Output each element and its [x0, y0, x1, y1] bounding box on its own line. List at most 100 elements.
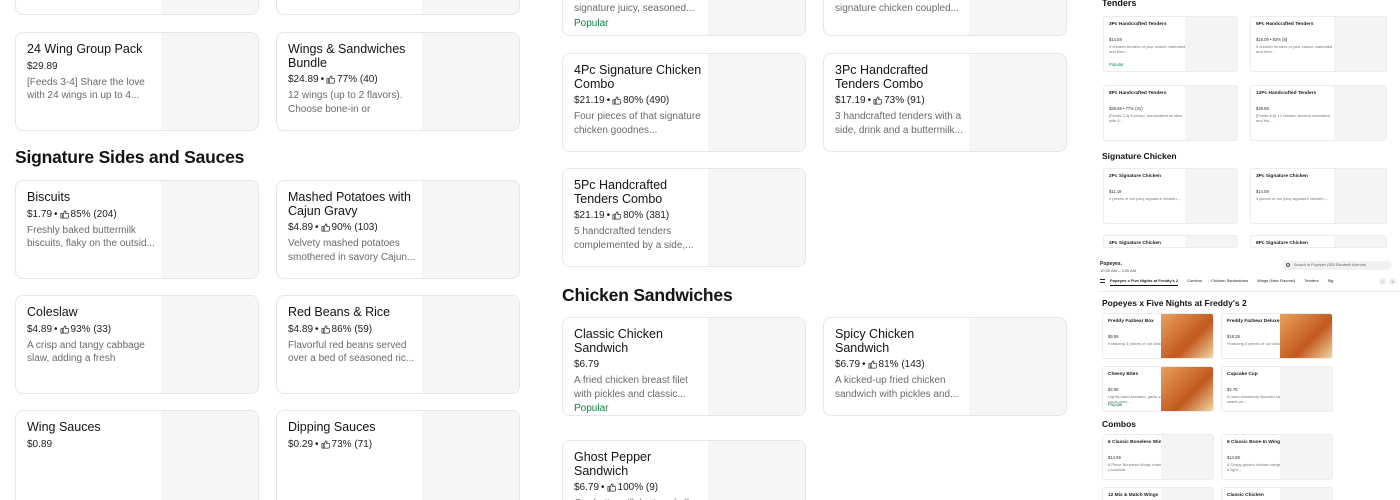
- menu-item-name: Dipping Sauces: [288, 420, 376, 434]
- menu-item-meta: $6.79: [574, 359, 702, 370]
- menu-panel-thumbnail: Tenders 3Pc Handcrafted Tenders $14.59 3 c…: [1090, 0, 1400, 500]
- menu-item-rating: 80% (381): [623, 210, 670, 221]
- menu-item-card-partial[interactable]: signature chicken coupled...: [823, 0, 1067, 36]
- mini-menu-item-card[interactable]: 4Pc Signature Chicken: [1103, 235, 1238, 248]
- menu-item-card[interactable]: 4Pc Signature Chicken Combo $21.19 • 80% (…: [562, 53, 806, 152]
- menu-item-card[interactable]: 3Pc Handcrafted Tenders Combo $17.19 • 73%…: [823, 53, 1067, 152]
- category-tab[interactable]: Wings (New Flavors!): [1257, 278, 1295, 286]
- menu-item-meta: $18.09 • 83% (8): [1256, 37, 1288, 42]
- menu-item-name: 4Pc Signature Chicken: [1109, 241, 1161, 246]
- menu-item-card[interactable]: 24 Wing Group Pack $29.89 [Feeds 3-4] Sh…: [15, 32, 259, 131]
- thumbs-up-icon: [612, 211, 622, 220]
- mini-menu-item-card[interactable]: Freddy Fazbear Deluxe Box $18.29 Featuring…: [1221, 313, 1333, 359]
- menu-item-image: [1280, 367, 1332, 411]
- menu-item-price: $29.89: [27, 60, 58, 72]
- menu-item-card[interactable]: Mashed Potatoes with Cajun Gravy $4.89 • 9…: [276, 180, 520, 279]
- section-title-chicken-sandwiches: Chicken Sandwiches: [562, 285, 733, 305]
- menu-item-description: 5 chicken tenders of your choice marinat…: [1256, 44, 1333, 54]
- menu-item-card[interactable]: Wings & Sandwiches Bundle $24.89 • 77% (40…: [276, 32, 520, 131]
- category-tab[interactable]: Sig: [1328, 278, 1334, 286]
- menu-item-image: [708, 318, 805, 415]
- menu-item-card[interactable]: Biscuits $1.79 • 85% (204) Freshly baked bu…: [15, 180, 259, 279]
- mini-menu-item-card[interactable]: 6 Classic Boneless Wings Combo $14.99 6 Pi…: [1102, 434, 1214, 480]
- category-tab[interactable]: Popeyes x Five Nights at Freddy's 2: [1110, 278, 1179, 286]
- menu-item-name: Biscuits: [27, 190, 71, 204]
- category-tab[interactable]: Combos: [1187, 278, 1202, 286]
- scroll-left-icon[interactable]: ‹: [1379, 278, 1386, 285]
- menu-item-name: Coleslaw: [27, 305, 78, 319]
- menu-item-name: 24 Wing Group Pack: [27, 42, 143, 56]
- scroll-right-icon[interactable]: ›: [1389, 278, 1396, 285]
- menu-item-card[interactable]: 5Pc Handcrafted Tenders Combo $21.19 • 80%…: [562, 168, 806, 267]
- menu-item-meta: $14.59: [1256, 189, 1269, 194]
- menu-item-card[interactable]: Spicy Chicken Sandwich $6.79 • 81% (143) A …: [823, 317, 1067, 416]
- menu-item-name: Mashed Potatoes with Cajun Gravy: [288, 190, 411, 218]
- category-tab[interactable]: Tenders: [1304, 278, 1318, 286]
- popular-badge: Popular: [574, 403, 609, 414]
- menu-item-meta: $11.19: [1109, 189, 1122, 194]
- menu-item-meta: $17.19 • 73% (91): [835, 95, 925, 106]
- menu-item-image: [708, 441, 805, 500]
- menu-item-image: [1185, 169, 1237, 223]
- menu-item-card-partial[interactable]: signature juicy, seasoned... Popular: [562, 0, 806, 36]
- menu-item-card-partial[interactable]: [15, 0, 259, 15]
- menu-item-meta: $9.59: [1108, 334, 1119, 339]
- mini-menu-item-card[interactable]: 12Pc Handcrafted Tenders $39.89 [Feeds 4-6…: [1250, 85, 1387, 141]
- search-input[interactable]: Search in Popeyes (305 Elizabeth Avenue): [1282, 261, 1392, 270]
- menu-item-card[interactable]: Classic Chicken Sandwich $6.79 A fried ch…: [562, 317, 806, 416]
- menu-item-image: [1161, 314, 1213, 358]
- mini-menu-item-card[interactable]: 6 Classic Bone-In Wings Combo $14.99 6 Cri…: [1221, 434, 1333, 480]
- menu-item-image: [422, 411, 519, 500]
- thumbs-up-icon: [326, 75, 336, 84]
- thumbs-up-icon: [321, 439, 330, 449]
- menu-item-price: $4.89: [27, 323, 53, 335]
- menu-item-price: $6.79: [574, 482, 600, 493]
- mini-menu-item-card[interactable]: 8Pc Handcrafted Tenders $28.69 • 77% (31)…: [1103, 85, 1238, 141]
- menu-item-image: [708, 0, 805, 35]
- menu-item-image: [161, 181, 258, 278]
- category-tab[interactable]: Chicken Sandwiches: [1211, 278, 1248, 286]
- menu-item-price: $6.79: [574, 359, 600, 370]
- section-title-fnaf: Popeyes x Five Nights at Freddy's 2: [1102, 298, 1247, 308]
- menu-item-meta: $24.89 • 77% (40): [288, 74, 378, 85]
- menu-item-name: 5Pc Handcrafted Tenders Combo: [574, 178, 668, 206]
- menu-item-meta: $1.79 • 85% (204): [27, 208, 117, 220]
- menu-item-card[interactable]: Coleslaw $4.89 • 93% (33) A crisp and tangy…: [15, 295, 259, 394]
- menu-item-image: [1161, 488, 1213, 500]
- popular-badge: Popular: [1109, 62, 1124, 67]
- mini-menu-item-card[interactable]: 5Pc Handcrafted Tenders $18.09 • 83% (8) 5…: [1250, 16, 1387, 72]
- mini-menu-item-card[interactable]: 3Pc Signature Chicken $14.59 3 pieces of o…: [1250, 168, 1387, 224]
- mini-menu-item-card[interactable]: 12 Mix & Match Wings: [1102, 487, 1214, 500]
- menu-icon[interactable]: [1100, 279, 1105, 283]
- menu-item-rating: 85% (204): [70, 208, 117, 220]
- menu-item-description: A kicked-up fried chicken sandwich with …: [835, 375, 959, 400]
- menu-item-card[interactable]: Dipping Sauces $0.29 • 73% (71): [276, 410, 520, 500]
- menu-item-image: [422, 33, 519, 130]
- mini-menu-item-card[interactable]: 3Pc Handcrafted Tenders $14.59 3 chicken t…: [1103, 16, 1238, 72]
- tab-scroll-arrows: ‹ ›: [1379, 278, 1396, 285]
- menu-item-card[interactable]: Red Beans & Rice $4.89 • 86% (59) Flavorful…: [276, 295, 520, 394]
- menu-item-price: $0.89: [27, 438, 53, 450]
- menu-item-meta: $14.99: [1108, 455, 1121, 460]
- mini-menu-item-card[interactable]: Cupcake Cup $4.79 A hand strawberry flavor…: [1221, 366, 1333, 412]
- mini-menu-item-card[interactable]: 2Pc Signature Chicken $11.19 2 pieces of o…: [1103, 168, 1238, 224]
- menu-item-rating: 81% (143): [878, 359, 925, 370]
- mini-menu-item-card[interactable]: 8Pc Signature Chicken: [1250, 235, 1387, 248]
- menu-item-image: [708, 169, 805, 266]
- menu-item-image: [161, 0, 258, 14]
- menu-item-card[interactable]: Wing Sauces $0.89: [15, 410, 259, 500]
- mini-menu-item-card[interactable]: Freddy Fazbear Box $9.59 Featuring 3 piece…: [1102, 313, 1214, 359]
- mini-menu-item-card[interactable]: Classic Chicken: [1221, 487, 1333, 500]
- brand-logo: Popeyes.: [1100, 261, 1122, 267]
- section-title-signature-chicken: Signature Chicken: [1102, 151, 1177, 161]
- menu-item-meta: $18.29: [1227, 334, 1240, 339]
- menu-item-description: Flavorful red beans served over a bed of…: [288, 339, 415, 365]
- menu-item-rating: 77% (40): [337, 74, 378, 85]
- browser-header: Popeyes. 10:30 AM – 3:30 AM Search in Po…: [1098, 258, 1400, 292]
- menu-item-meta: $4.89 • 86% (59): [288, 323, 373, 335]
- mini-menu-item-card[interactable]: Cheesy Bites $4.99 Lightly hand-breaded, g…: [1102, 366, 1214, 412]
- menu-item-card[interactable]: Ghost Pepper Sandwich $6.79•100% (9)Our …: [562, 440, 806, 500]
- menu-item-image: [1161, 367, 1213, 411]
- menu-item-card-partial[interactable]: [276, 0, 520, 15]
- menu-item-price: $21.19: [574, 210, 605, 221]
